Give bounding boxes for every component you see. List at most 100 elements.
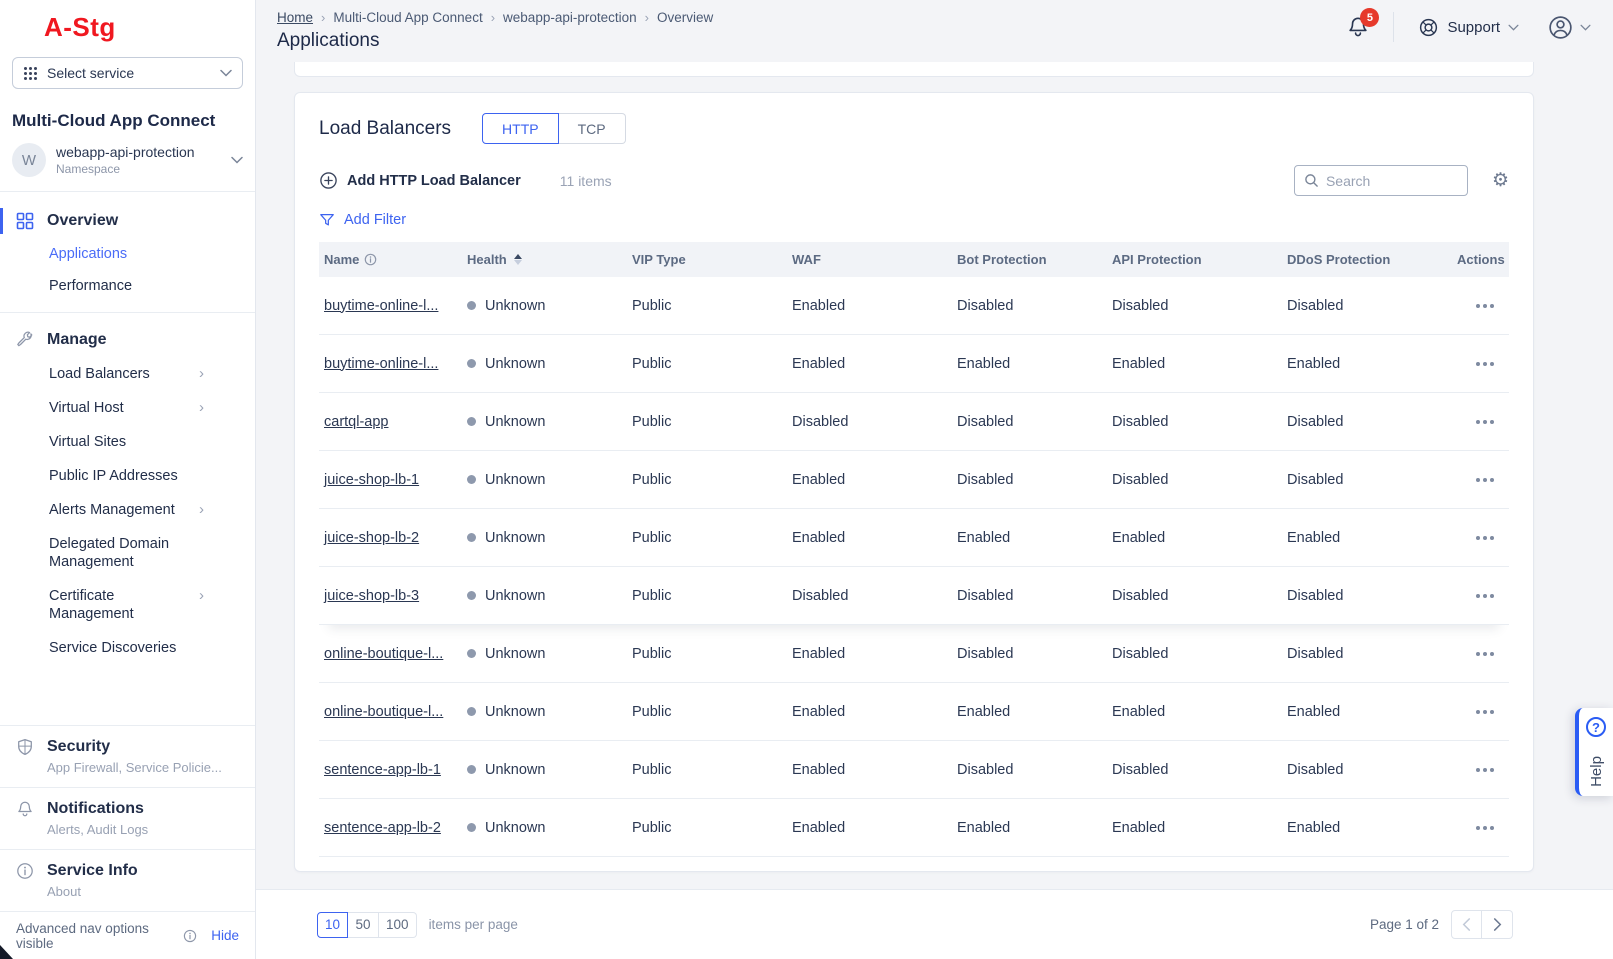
add-filter-button[interactable]: Add Filter <box>319 212 1509 228</box>
load-balancer-name-link[interactable]: juice-shop-lb-2 <box>324 530 419 546</box>
sidebar-manage-item[interactable]: Certificate Management › <box>0 579 255 631</box>
chevron-down-icon <box>220 69 232 77</box>
health-status-text: Unknown <box>485 588 545 604</box>
load-balancer-name-link[interactable]: cartql-app <box>324 414 388 430</box>
sidebar-manage-item[interactable]: Alerts Management › <box>0 493 255 527</box>
sidebar-footer: Advanced nav options visible Hide <box>0 911 255 959</box>
load-balancer-name-link[interactable]: buytime-online-l... <box>324 298 438 314</box>
wrench-icon <box>16 331 34 349</box>
sidebar-item-applications[interactable]: Applications <box>0 238 255 270</box>
row-actions-menu-button[interactable] <box>1474 822 1496 834</box>
table-row: sentence-app-lb-2 Unknown Public Enabled… <box>319 799 1509 857</box>
previous-page-button[interactable] <box>1451 910 1482 939</box>
sidebar-item-performance[interactable]: Performance <box>0 270 255 302</box>
next-page-button[interactable] <box>1482 910 1513 939</box>
row-actions-menu-button[interactable] <box>1474 416 1496 428</box>
gear-icon[interactable]: ⚙ <box>1492 171 1509 190</box>
service-selector[interactable]: Select service <box>12 57 243 89</box>
column-vip-type[interactable]: VIP Type <box>632 252 792 267</box>
ddos-protection-cell: Disabled <box>1287 472 1457 488</box>
namespace-name: webapp-api-protection <box>56 144 221 160</box>
load-balancers-table: Name Health VIP Type WAF Bot Protection … <box>319 242 1509 857</box>
row-actions-menu-button[interactable] <box>1474 706 1496 718</box>
breadcrumb-app-connect[interactable]: Multi-Cloud App Connect <box>333 10 482 25</box>
vip-type-cell: Public <box>632 588 792 604</box>
sidebar-manage-item[interactable]: Virtual Sites › <box>0 425 255 459</box>
page-size-selector: 10 50 100 <box>317 912 417 938</box>
table-row: online-boutique-l... Unknown Public Enab… <box>319 625 1509 683</box>
hide-nav-link[interactable]: Hide <box>211 928 239 943</box>
bot-protection-cell: Enabled <box>957 704 1112 720</box>
load-balancer-name-link[interactable]: sentence-app-lb-1 <box>324 762 441 778</box>
apps-grid-icon <box>23 66 38 81</box>
table-row: online-boutique-l... Unknown Public Enab… <box>319 683 1509 741</box>
column-api-protection[interactable]: API Protection <box>1112 252 1287 267</box>
sidebar-manage-item[interactable]: Public IP Addresses › <box>0 459 255 493</box>
api-protection-cell: Enabled <box>1112 356 1287 372</box>
chevron-down-icon <box>1508 24 1519 31</box>
api-protection-cell: Enabled <box>1112 704 1287 720</box>
load-balancer-name-link[interactable]: online-boutique-l... <box>324 646 443 662</box>
health-status-text: Unknown <box>485 414 545 430</box>
sidebar-item-security[interactable]: Security App Firewall, Service Policie..… <box>0 725 255 787</box>
sidebar-item-overview[interactable]: Overview <box>0 204 255 238</box>
manage-item-label: Alerts Management <box>49 501 199 519</box>
page-size-100[interactable]: 100 <box>379 912 417 938</box>
sidebar-manage-item[interactable]: Load Balancers › <box>0 357 255 391</box>
manage-item-label: Delegated Domain Management <box>49 535 199 571</box>
column-actions: Actions <box>1457 252 1517 267</box>
load-balancer-name-link[interactable]: juice-shop-lb-1 <box>324 472 419 488</box>
namespace-selector[interactable]: W webapp-api-protection Namespace <box>0 131 255 192</box>
search-icon <box>1304 173 1319 188</box>
breadcrumb-overview[interactable]: Overview <box>657 10 713 25</box>
protocol-tabs: HTTP TCP <box>482 113 626 144</box>
notifications-bell-button[interactable]: 5 <box>1347 15 1369 39</box>
sidebar-item-service-info[interactable]: Service Info About <box>0 849 255 911</box>
column-waf[interactable]: WAF <box>792 252 957 267</box>
ddos-protection-cell: Enabled <box>1287 820 1457 836</box>
support-menu[interactable]: Support <box>1418 17 1519 38</box>
load-balancer-name-link[interactable]: online-boutique-l... <box>324 704 443 720</box>
table-row: sentence-app-lb-1 Unknown Public Enabled… <box>319 741 1509 799</box>
help-tab[interactable]: ? Help <box>1575 708 1613 796</box>
row-actions-menu-button[interactable] <box>1474 764 1496 776</box>
breadcrumb-namespace[interactable]: webapp-api-protection <box>503 10 637 25</box>
row-actions-menu-button[interactable] <box>1474 532 1496 544</box>
load-balancer-name-link[interactable]: sentence-app-lb-2 <box>324 820 441 836</box>
column-health[interactable]: Health <box>467 252 632 267</box>
waf-cell: Enabled <box>792 530 957 546</box>
sidebar-item-manage[interactable]: Manage <box>0 323 255 357</box>
load-balancer-name-link[interactable]: buytime-online-l... <box>324 356 438 372</box>
row-actions-menu-button[interactable] <box>1474 590 1496 602</box>
sidebar-manage-item[interactable]: Delegated Domain Management › <box>0 527 255 579</box>
row-actions-menu-button[interactable] <box>1474 474 1496 486</box>
vip-type-cell: Public <box>632 704 792 720</box>
manage-item-label: Service Discoveries <box>49 639 199 657</box>
tab-http[interactable]: HTTP <box>482 113 559 144</box>
manage-item-label: Virtual Sites <box>49 433 199 451</box>
ddos-protection-cell: Disabled <box>1287 588 1457 604</box>
account-menu[interactable] <box>1547 14 1591 41</box>
column-ddos-protection[interactable]: DDoS Protection <box>1287 252 1457 267</box>
vip-type-cell: Public <box>632 472 792 488</box>
column-name[interactable]: Name <box>319 252 467 267</box>
add-http-load-balancer-button[interactable]: Add HTTP Load Balancer <box>319 171 521 190</box>
row-actions-menu-button[interactable] <box>1474 358 1496 370</box>
sidebar-manage-item[interactable]: Virtual Host › <box>0 391 255 425</box>
page-size-50[interactable]: 50 <box>348 912 379 938</box>
ddos-protection-cell: Disabled <box>1287 298 1457 314</box>
breadcrumb-home[interactable]: Home <box>277 10 313 25</box>
tab-tcp[interactable]: TCP <box>559 113 626 144</box>
search-input[interactable] <box>1326 173 1458 189</box>
load-balancer-name-link[interactable]: juice-shop-lb-3 <box>324 588 419 604</box>
column-bot-protection[interactable]: Bot Protection <box>957 252 1112 267</box>
row-actions-menu-button[interactable] <box>1474 648 1496 660</box>
sidebar-item-notifications[interactable]: Notifications Alerts, Audit Logs <box>0 787 255 849</box>
tenant-logo: A-Stg <box>44 12 255 43</box>
ddos-protection-cell: Enabled <box>1287 704 1457 720</box>
vip-type-cell: Public <box>632 414 792 430</box>
sidebar-manage-item[interactable]: Service Discoveries › <box>0 631 255 665</box>
health-status-text: Unknown <box>485 646 545 662</box>
page-size-10[interactable]: 10 <box>317 912 348 938</box>
row-actions-menu-button[interactable] <box>1474 300 1496 312</box>
